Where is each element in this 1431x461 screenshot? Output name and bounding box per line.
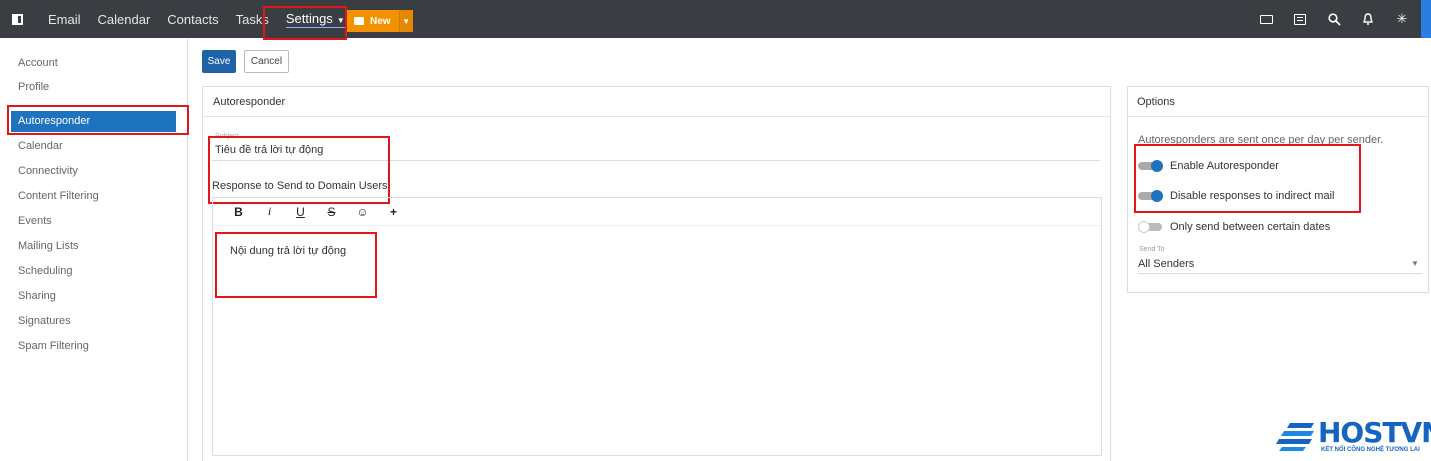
strikethrough-icon[interactable]: S <box>316 205 347 219</box>
logo-word: HOSTVN <box>1318 416 1431 449</box>
options-title: Options <box>1137 96 1175 108</box>
plus-icon[interactable]: + <box>378 205 409 219</box>
keyboard-icon[interactable] <box>1253 0 1279 38</box>
sidebar-item-events[interactable]: Events <box>18 215 52 227</box>
sidebar-item-spam-filtering[interactable]: Spam Filtering <box>18 340 89 352</box>
panel-divider <box>203 116 1110 117</box>
save-button[interactable]: Save <box>202 50 236 73</box>
nav-calendar[interactable]: Calendar <box>98 12 151 27</box>
autoresponder-highlight-box <box>7 105 189 135</box>
content-highlight-box <box>215 232 377 298</box>
italic-icon[interactable]: i <box>254 204 285 219</box>
new-dropdown-button[interactable]: ▼ <box>398 10 413 32</box>
chat-icon[interactable] <box>1287 0 1313 38</box>
theme-sun-icon[interactable]: ✳ <box>1389 0 1415 38</box>
sidebar-item-content-filtering[interactable]: Content Filtering <box>18 190 99 202</box>
nav-email[interactable]: Email <box>48 12 81 27</box>
sidebar-item-mailing-lists[interactable]: Mailing Lists <box>18 240 79 252</box>
logo-mark-icon <box>1276 423 1314 451</box>
new-button-group: New ▼ <box>346 10 413 32</box>
sidebar-toggle-icon[interactable] <box>0 0 34 38</box>
sidebar-item-calendar[interactable]: Calendar <box>18 140 63 152</box>
send-to-label: Send To <box>1139 246 1165 253</box>
nav-contacts[interactable]: Contacts <box>167 12 218 27</box>
bell-icon[interactable] <box>1355 0 1381 38</box>
top-right-icons: ✳ <box>1245 0 1431 38</box>
sidebar-item-account[interactable]: Account <box>18 57 58 69</box>
bold-icon[interactable]: B <box>223 205 254 219</box>
sidebar-item-signatures[interactable]: Signatures <box>18 315 71 327</box>
search-icon[interactable] <box>1321 0 1347 38</box>
new-button[interactable]: New <box>346 10 399 32</box>
settings-highlight-box <box>263 6 347 40</box>
settings-sidebar: Account Profile Autoresponder Calendar C… <box>0 38 188 461</box>
date-range-toggle[interactable] <box>1138 221 1164 233</box>
send-to-underline <box>1138 273 1422 274</box>
options-divider <box>1128 116 1428 117</box>
editor-toolbar: B i U S ☺ + <box>213 198 1101 226</box>
new-button-label: New <box>370 15 391 27</box>
underline-icon[interactable]: U <box>285 205 316 219</box>
envelope-icon <box>354 17 364 25</box>
options-highlight-box <box>1134 144 1361 213</box>
hostvn-logo: HOSTVN KẾT NỐI CÔNG NGHỆ TƯƠNG LAI <box>1276 416 1431 461</box>
sidebar-item-scheduling[interactable]: Scheduling <box>18 265 72 277</box>
emoji-icon[interactable]: ☺ <box>347 205 378 219</box>
send-to-select[interactable]: All Senders <box>1138 258 1194 270</box>
sidebar-item-profile[interactable]: Profile <box>18 81 49 93</box>
sidebar-item-sharing[interactable]: Sharing <box>18 290 56 302</box>
top-bar: Email Calendar Contacts Tasks Settings ▼ … <box>0 0 1431 38</box>
date-range-label: Only send between certain dates <box>1170 221 1331 233</box>
cancel-button[interactable]: Cancel <box>244 50 289 73</box>
chevron-down-icon[interactable]: ▼ <box>1411 259 1419 268</box>
logo-tagline: KẾT NỐI CÔNG NGHỆ TƯƠNG LAI <box>1321 447 1420 453</box>
panel-title: Autoresponder <box>213 96 286 108</box>
subject-highlight-box <box>208 136 390 204</box>
sidebar-item-connectivity[interactable]: Connectivity <box>18 165 78 177</box>
account-indicator[interactable] <box>1421 0 1431 38</box>
